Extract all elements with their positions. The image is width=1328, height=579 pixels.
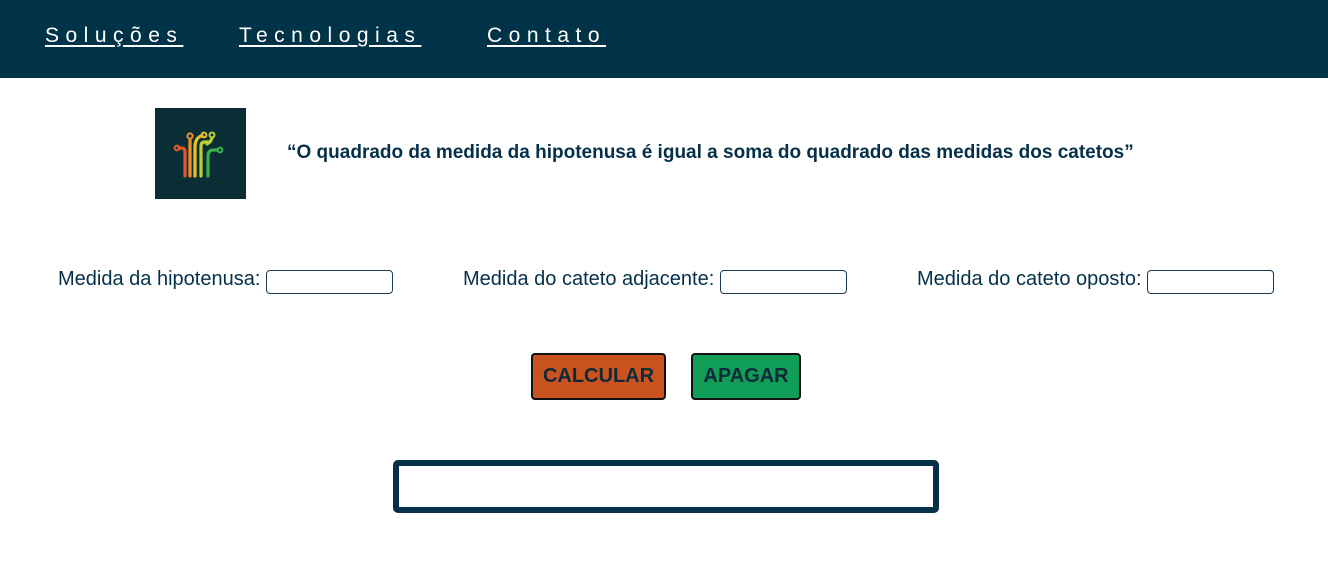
logo	[155, 108, 246, 199]
hipotenusa-label: Medida da hipotenusa:	[58, 268, 261, 290]
nav-link-tecnologias[interactable]: Tecnologias	[239, 24, 421, 48]
top-navbar: Soluções Tecnologias Contato	[0, 0, 1328, 78]
apagar-button[interactable]: APAGAR	[691, 353, 801, 400]
cateto-oposto-input[interactable]	[1147, 270, 1274, 294]
circuit-icon	[173, 131, 224, 178]
pythagoras-quote: “O quadrado da medida da hipotenusa é ig…	[287, 142, 1134, 163]
cateto-oposto-label: Medida do cateto oposto:	[917, 268, 1142, 290]
hipotenusa-input[interactable]	[266, 270, 393, 294]
nav-link-contato[interactable]: Contato	[487, 24, 606, 48]
result-box	[393, 460, 939, 513]
cateto-adjacente-input[interactable]	[720, 270, 847, 294]
calcular-button[interactable]: CALCULAR	[531, 353, 666, 400]
cateto-adjacente-label: Medida do cateto adjacente:	[463, 268, 715, 290]
nav-link-solucoes[interactable]: Soluções	[45, 24, 183, 48]
